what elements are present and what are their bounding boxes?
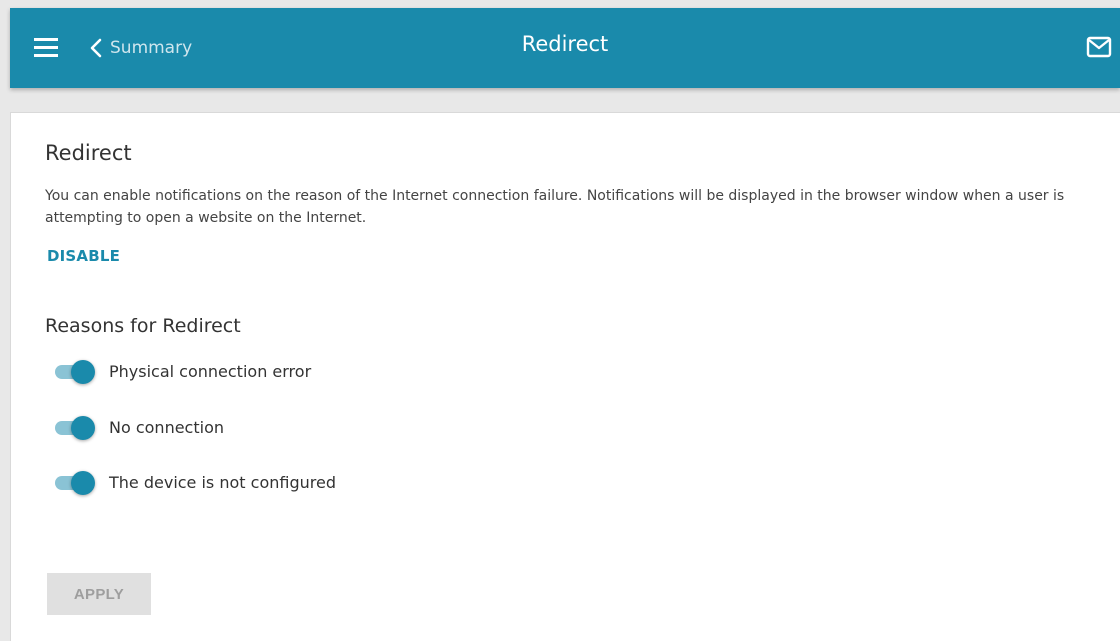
reason-no-connection[interactable]: No connection [51, 412, 224, 442]
reason-label: The device is not configured [109, 472, 336, 492]
toggle-switch[interactable] [51, 357, 97, 385]
page-title: Redirect [521, 32, 609, 56]
top-app-bar: Summary Redirect [10, 8, 1120, 88]
mail-envelope-icon[interactable] [1086, 36, 1112, 58]
content-panel: Redirect You can enable notifications on… [10, 112, 1120, 641]
app-frame: Summary Redirect Redirect You can enable… [0, 0, 1120, 641]
reasons-title: Reasons for Redirect [45, 315, 241, 337]
reason-label: Physical connection error [109, 361, 312, 381]
reason-physical-connection-error[interactable]: Physical connection error [51, 356, 311, 386]
apply-button[interactable]: APPLY [47, 573, 151, 615]
reason-device-not-configured[interactable]: The device is not configured [51, 467, 336, 497]
section-title: Redirect [45, 141, 132, 165]
section-description: You can enable notifications on the reas… [45, 188, 1065, 226]
toggle-switch[interactable] [51, 413, 97, 441]
toggle-knob [71, 471, 95, 495]
toggle-switch[interactable] [51, 468, 97, 496]
reason-label: No connection [109, 417, 224, 437]
toggle-knob [71, 360, 95, 384]
disable-button[interactable]: DISABLE [47, 247, 120, 265]
toggle-knob [71, 416, 95, 440]
